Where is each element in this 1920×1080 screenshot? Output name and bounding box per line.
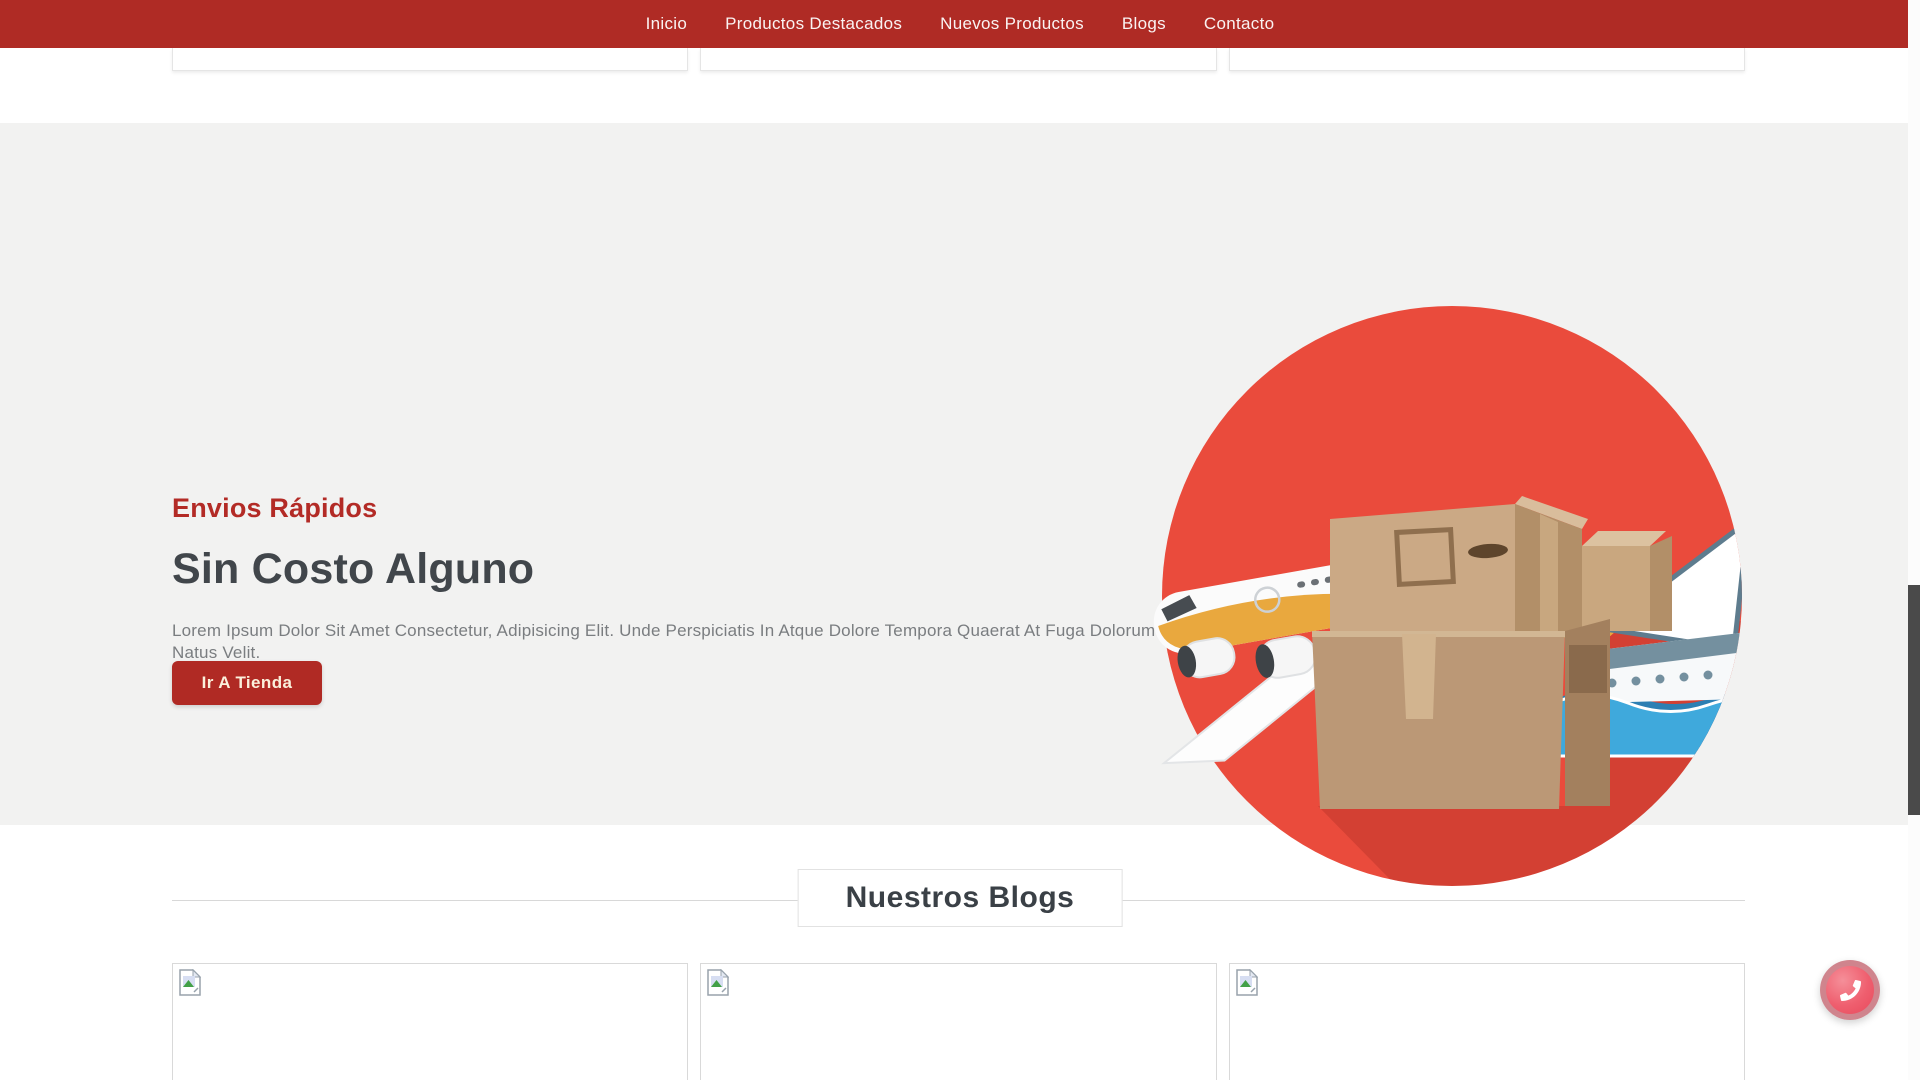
phone-fab-button[interactable] (1820, 960, 1880, 1020)
blog-cards-row (172, 963, 1745, 1080)
nav-item-contacto[interactable]: Contacto (1204, 14, 1274, 34)
broken-image-icon (707, 969, 729, 996)
blogs-heading-box: Nuestros Blogs (798, 869, 1123, 927)
nav-menu: Inicio Productos Destacados Nuevos Produ… (646, 14, 1275, 34)
blog-card[interactable] (700, 963, 1216, 1080)
hero-description: Lorem Ipsum Dolor Sit Amet Consectetur, … (172, 620, 1182, 664)
phone-icon (1840, 980, 1861, 1001)
nav-item-blogs[interactable]: Blogs (1122, 14, 1166, 34)
shipping-hero-section: Envios Rápidos Sin Costo Alguno Lorem Ip… (0, 123, 1920, 825)
go-to-shop-button[interactable]: Ir A Tienda (172, 661, 322, 705)
hero-eyebrow: Envios Rápidos (172, 493, 377, 524)
broken-image-icon (179, 969, 201, 996)
blogs-heading: Nuestros Blogs (846, 881, 1075, 915)
product-card-bottom[interactable] (700, 48, 1216, 71)
nav-item-productos-destacados[interactable]: Productos Destacados (725, 14, 902, 34)
shipping-illustration (1150, 301, 1744, 895)
product-card-bottom[interactable] (172, 48, 688, 71)
blog-card[interactable] (1229, 963, 1745, 1080)
top-navbar: Inicio Productos Destacados Nuevos Produ… (0, 0, 1920, 48)
page: Inicio Productos Destacados Nuevos Produ… (0, 0, 1920, 1080)
blog-card[interactable] (172, 963, 688, 1080)
scrollbar-thumb[interactable] (1908, 585, 1920, 815)
nav-item-inicio[interactable]: Inicio (646, 14, 688, 34)
nav-item-nuevos-productos[interactable]: Nuevos Productos (940, 14, 1084, 34)
product-cards-row-cutoff (172, 48, 1745, 71)
hero-title: Sin Costo Alguno (172, 545, 534, 594)
product-card-bottom[interactable] (1229, 48, 1745, 71)
broken-image-icon (1236, 969, 1258, 996)
scrollbar-track[interactable] (1908, 0, 1920, 1080)
